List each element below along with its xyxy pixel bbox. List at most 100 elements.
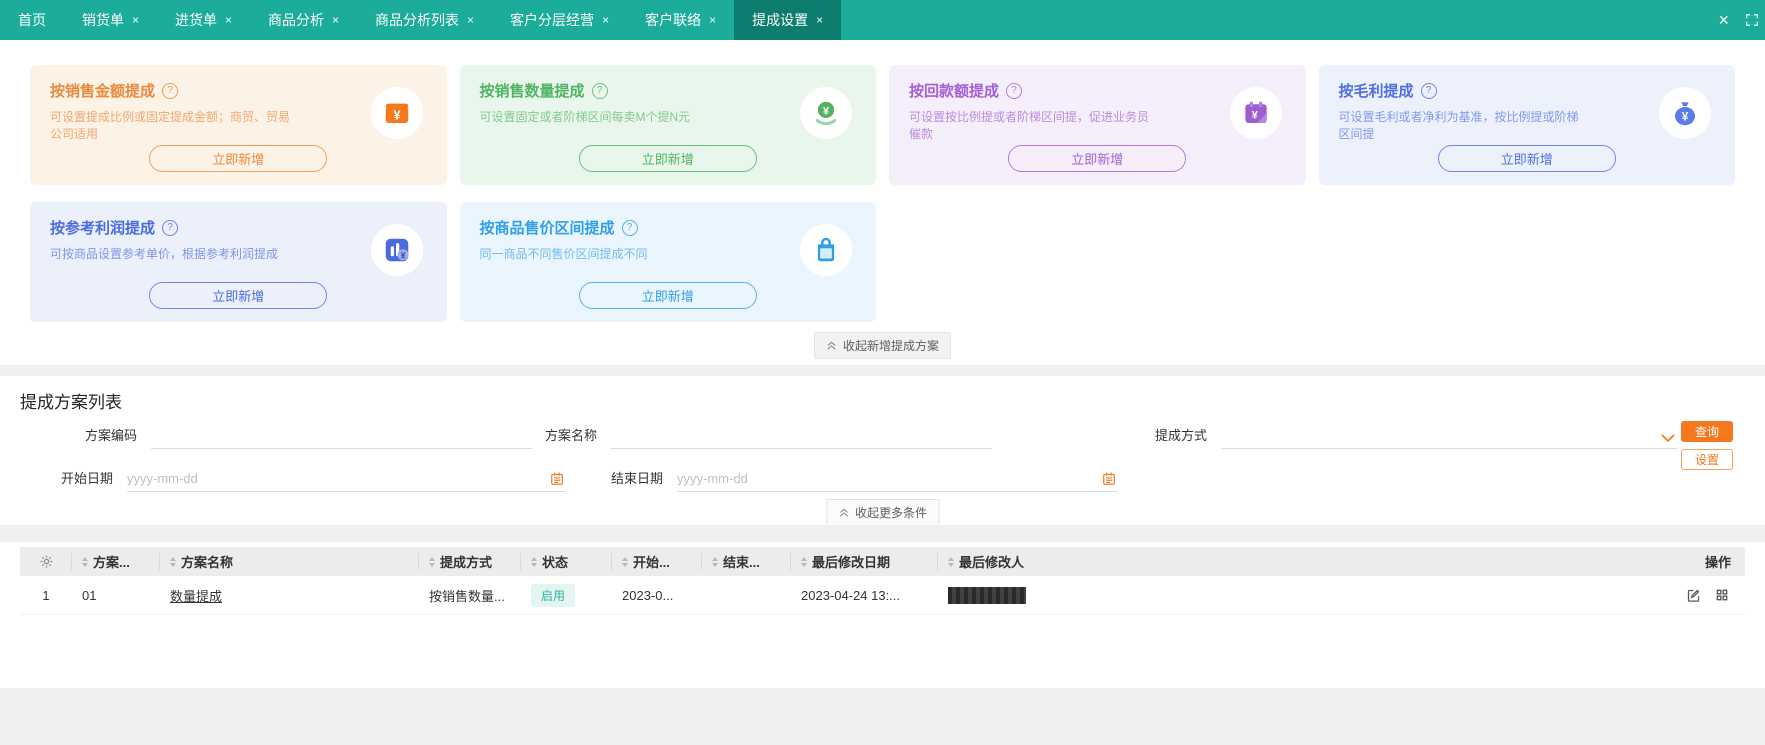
sort-icon[interactable] xyxy=(801,556,807,567)
page: 首页 销货单 × 进货单 × 商品分析 × 商品分析列表 × 客户分层经营 × … xyxy=(0,0,1765,745)
topbar-actions: × xyxy=(1718,0,1765,40)
column-start-header[interactable]: 开始... xyxy=(612,547,702,576)
tab-purchase-order[interactable]: 进货单 × xyxy=(157,0,250,40)
sort-icon[interactable] xyxy=(429,556,435,567)
plan-code-field-group: 方案编码 xyxy=(85,422,532,449)
input-underline xyxy=(151,422,532,449)
svg-text:¥: ¥ xyxy=(823,105,830,117)
tab-commission-settings[interactable]: 提成设置 × xyxy=(734,0,842,40)
add-now-button[interactable]: 立即新增 xyxy=(149,282,328,309)
card-sales-amount-commission: 按销售金额提成 ? 可设置提成比例或固定提成金额；商贸、贸易公司适用 ¥ 立即新… xyxy=(30,65,447,185)
tab-customer-segmentation[interactable]: 客户分层经营 × xyxy=(492,0,627,40)
tab-label: 首页 xyxy=(18,12,46,28)
tab-close-icon[interactable]: × xyxy=(132,14,139,26)
tab-product-analysis[interactable]: 商品分析 × xyxy=(250,0,357,40)
add-now-button[interactable]: 立即新增 xyxy=(1437,145,1616,172)
chevron-down-icon[interactable] xyxy=(1661,434,1675,443)
grid-actions-icon[interactable] xyxy=(1715,588,1729,602)
collapse-label: 收起新增提成方案 xyxy=(842,339,939,353)
svg-text:¥: ¥ xyxy=(1251,110,1258,122)
column-modifier-header[interactable]: 最后修改人 xyxy=(938,547,1650,576)
start-date-input[interactable] xyxy=(127,467,566,489)
column-status-header[interactable]: 状态 xyxy=(521,547,612,576)
tab-product-analysis-list[interactable]: 商品分析列表 × xyxy=(357,0,492,40)
calendar-icon[interactable] xyxy=(550,471,564,486)
row-index: 1 xyxy=(42,587,50,603)
tab-close-icon[interactable]: × xyxy=(467,14,474,26)
help-icon[interactable]: ? xyxy=(162,82,179,99)
sort-icon[interactable] xyxy=(948,556,954,567)
sort-icon[interactable] xyxy=(170,556,176,567)
tab-label: 商品分析 xyxy=(268,12,325,28)
edit-icon[interactable] xyxy=(1686,588,1701,603)
input-underline xyxy=(677,465,1118,492)
column-plan-name-header[interactable]: 方案名称 xyxy=(160,547,419,576)
close-icon[interactable]: × xyxy=(1718,11,1729,29)
help-icon[interactable]: ? xyxy=(1420,82,1437,99)
select-underline xyxy=(1221,422,1677,449)
tab-home[interactable]: 首页 xyxy=(0,0,64,40)
card-reference-profit-commission: 按参考利润提成 ? 可按商品设置参考单价，根据参考利润提成 ¥ 立即新增 xyxy=(30,202,447,322)
column-method-header[interactable]: 提成方式 xyxy=(419,547,521,576)
tab-close-icon[interactable]: × xyxy=(332,14,339,26)
section-divider xyxy=(0,525,1765,542)
add-now-button[interactable]: 立即新增 xyxy=(1008,145,1187,172)
tab-label: 销货单 xyxy=(82,12,124,28)
tab-close-icon[interactable]: × xyxy=(709,14,716,26)
help-icon[interactable]: ? xyxy=(621,219,638,236)
tab-customer-contact[interactable]: 客户联络 × xyxy=(627,0,734,40)
column-end-header[interactable]: 结束... xyxy=(702,547,791,576)
add-now-button[interactable]: 立即新增 xyxy=(578,145,757,172)
help-icon[interactable]: ? xyxy=(162,219,179,236)
input-underline xyxy=(127,465,566,492)
empty-grid-cell xyxy=(1319,202,1736,322)
card-title-text: 按回款额提成 xyxy=(909,83,1000,100)
column-modified-date-header[interactable]: 最后修改日期 xyxy=(791,547,938,576)
page-title: 提成方案列表 xyxy=(20,393,122,412)
tab-close-icon[interactable]: × xyxy=(602,14,609,26)
tab-label: 商品分析列表 xyxy=(375,12,460,28)
sort-icon[interactable] xyxy=(531,556,537,567)
card-title: 按毛利提成 ? xyxy=(1339,80,1716,101)
fullscreen-icon[interactable] xyxy=(1745,13,1759,27)
collapse-more-filters-toggle[interactable]: 收起更多条件 xyxy=(825,499,940,525)
money-bag-icon: ¥ xyxy=(1659,87,1711,139)
tab-close-icon[interactable]: × xyxy=(816,14,823,26)
collapse-new-plans-toggle[interactable]: 收起新增提成方案 xyxy=(813,332,951,359)
tab-sales-invoice[interactable]: 销货单 × xyxy=(64,0,157,40)
plan-code-input[interactable] xyxy=(151,424,532,446)
calendar-money-icon: ¥ xyxy=(1229,87,1282,139)
tab-close-icon[interactable]: × xyxy=(225,14,232,26)
column-label: 操作 xyxy=(1704,555,1731,570)
plan-name-link[interactable]: 数量提成 xyxy=(170,586,222,605)
plan-code-label: 方案编码 xyxy=(85,428,138,443)
add-now-button[interactable]: 立即新增 xyxy=(149,145,328,172)
commission-method-label: 提成方式 xyxy=(1155,428,1208,443)
column-actions-header: 操作 xyxy=(1650,547,1745,576)
input-underline xyxy=(611,422,992,449)
table-row: 1 01 数量提成 按销售数量... 启用 2023-0... 2023-04-… xyxy=(20,576,1745,615)
modifier-cell xyxy=(938,586,1650,604)
commission-method-select[interactable] xyxy=(1221,424,1677,446)
sort-icon[interactable] xyxy=(622,556,628,567)
column-settings-header[interactable] xyxy=(20,547,72,576)
sort-icon[interactable] xyxy=(82,556,88,567)
end-date-input[interactable] xyxy=(677,467,1118,489)
start-date-label: 开始日期 xyxy=(61,471,114,486)
help-icon[interactable]: ? xyxy=(591,82,608,99)
query-button[interactable]: 查询 xyxy=(1681,421,1733,442)
plan-name-input[interactable] xyxy=(611,424,992,446)
sort-icon[interactable] xyxy=(712,556,718,567)
plan-name-cell: 数量提成 xyxy=(160,586,419,605)
coin-deposit-icon: ¥ xyxy=(800,87,852,139)
card-description: 可设置按比例提或者阶梯区间提，促进业务员催款 xyxy=(909,110,1150,141)
settings-button[interactable]: 设置 xyxy=(1681,449,1733,470)
column-plan-code-header[interactable]: 方案... xyxy=(72,547,160,576)
add-now-button[interactable]: 立即新增 xyxy=(578,282,757,309)
calendar-icon[interactable] xyxy=(1102,471,1116,486)
card-description: 可按商品设置参考单价，根据参考利润提成 xyxy=(50,247,279,261)
help-icon[interactable]: ? xyxy=(1006,82,1023,99)
column-label: 提成方式 xyxy=(440,555,493,570)
tab-label: 提成设置 xyxy=(752,12,809,28)
plan-code-cell: 01 xyxy=(82,587,97,603)
